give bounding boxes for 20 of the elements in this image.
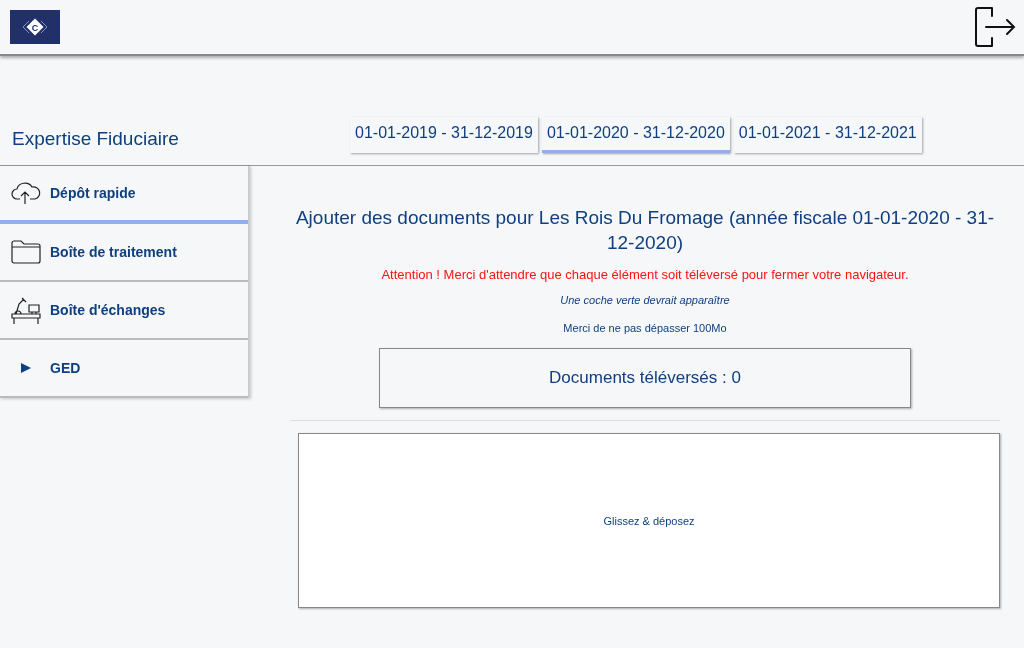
page-heading: Ajouter des documents pour Les Rois Du Fromage (année fiscale 01-01-2020 - 31-12-2020) [294, 206, 996, 255]
logout-icon[interactable] [972, 5, 1016, 49]
sidebar-item[interactable]: Boîte de traitement [0, 224, 248, 282]
fiscal-year-tab[interactable]: 01-01-2019 - 31-12-2019 [350, 117, 538, 153]
sidebar-item[interactable]: Boîte d'échanges [0, 282, 248, 340]
folder-icon [10, 239, 42, 265]
warning-text: Attention ! Merci d'attendre que chaque élément soit téléversé pour fermer votre navigateur. [381, 267, 909, 283]
desk-lamp-icon [10, 295, 42, 325]
upload-counter: Documents téléversés : 0 [379, 348, 911, 409]
sidebar-item[interactable]: Dépôt rapide [0, 166, 248, 224]
logo-icon: C [10, 10, 60, 44]
sidebar-item[interactable]: GED [0, 340, 248, 398]
cloud-upload-icon [10, 181, 42, 205]
drop-zone[interactable]: Glissez & déposez [298, 433, 1000, 609]
size-limit-text: Merci de ne pas dépasser 100Mo [563, 322, 727, 335]
fiscal-year-tab[interactable]: 01-01-2021 - 31-12-2021 [733, 117, 922, 153]
fiscal-year-tab[interactable]: 01-01-2020 - 31-12-2020 [541, 117, 730, 153]
company-title: Expertise Fiduciaire [11, 128, 180, 151]
hint-text: Une coche verte devrait apparaître [560, 294, 730, 307]
triangle-right-icon [21, 363, 31, 373]
